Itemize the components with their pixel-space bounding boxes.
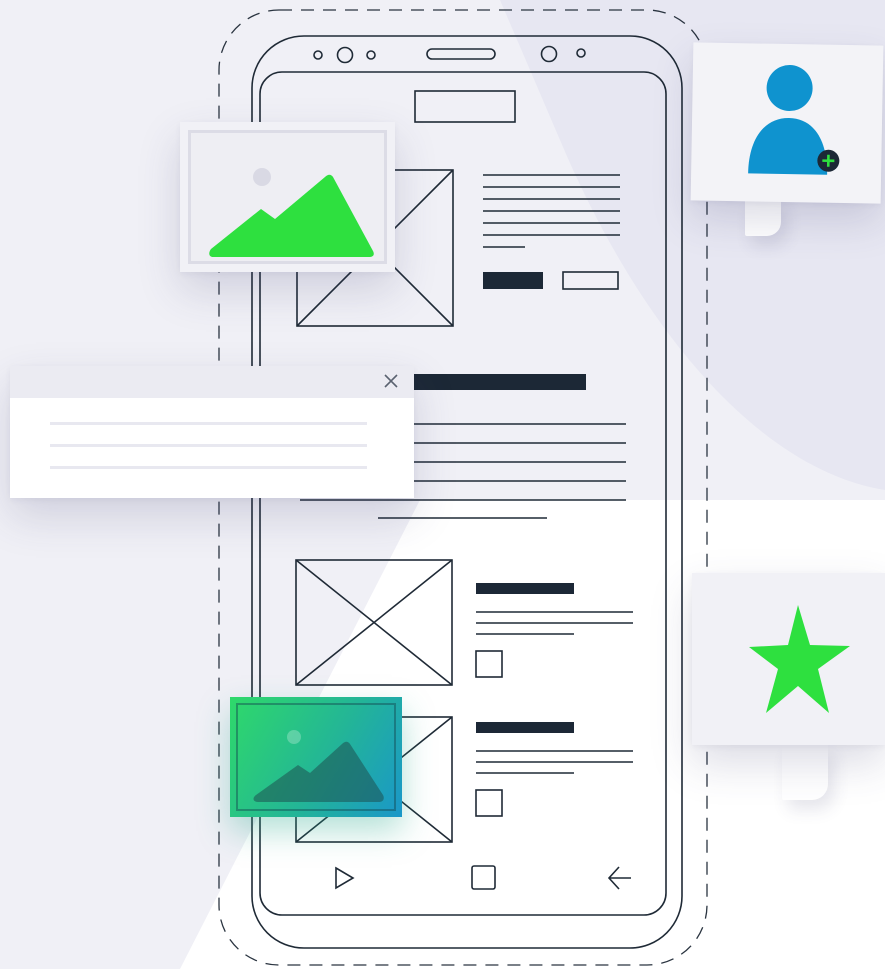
- close-icon[interactable]: [380, 370, 402, 392]
- dialog-text-line: [50, 444, 367, 447]
- play-triangle-icon: [335, 866, 355, 890]
- profile-card-tail: [745, 196, 781, 236]
- square-home-icon: [471, 865, 496, 890]
- arrow-left-icon: [607, 866, 631, 890]
- sensor-dot: [576, 48, 586, 58]
- dialog-window: [10, 366, 414, 498]
- floating-image-card: [180, 122, 395, 272]
- header-placeholder: [414, 90, 516, 123]
- image-frame: [188, 130, 387, 264]
- sensor-dot: [366, 50, 376, 60]
- solid-button-placeholder: [483, 272, 543, 289]
- checkbox-placeholder: [475, 789, 503, 817]
- star-card-tail: [782, 744, 828, 800]
- user-add-icon: [748, 65, 840, 175]
- sensor-dot: [313, 50, 323, 60]
- outline-button-placeholder: [562, 271, 619, 290]
- image-frame: [236, 703, 396, 811]
- favorite-card: [692, 573, 885, 745]
- mountain-image-icon: [253, 730, 384, 802]
- mountain-image-icon: [209, 168, 374, 257]
- heading-bar: [413, 374, 586, 390]
- dialog-text-line: [50, 466, 367, 469]
- speaker-grille: [426, 48, 496, 60]
- star-icon: [749, 605, 850, 713]
- dialog-text-line: [50, 422, 367, 425]
- checkbox-placeholder: [475, 650, 503, 678]
- profile-card: [690, 42, 884, 204]
- sensor-camera: [540, 45, 558, 63]
- list-title-bar: [476, 722, 574, 733]
- front-camera: [336, 46, 354, 64]
- gradient-image-card: [230, 697, 402, 817]
- list-title-bar: [476, 583, 574, 594]
- dialog-titlebar: [10, 366, 414, 398]
